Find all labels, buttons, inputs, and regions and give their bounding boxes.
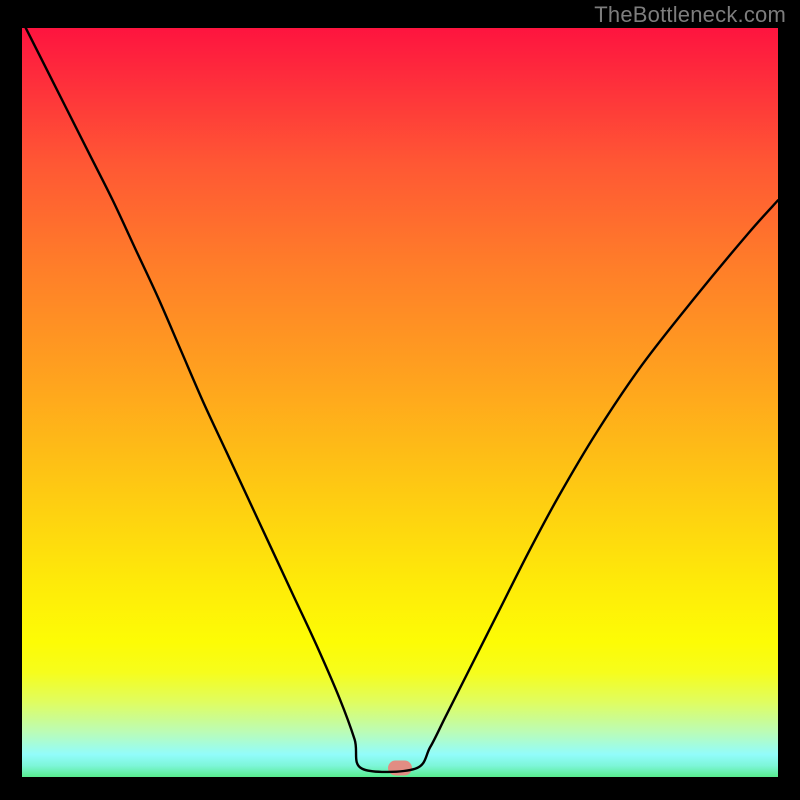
chart-frame: TheBottleneck.com [0,0,800,800]
heatmap-plot-area [22,28,778,777]
bottleneck-curve [22,28,778,777]
watermark-text: TheBottleneck.com [594,2,786,28]
